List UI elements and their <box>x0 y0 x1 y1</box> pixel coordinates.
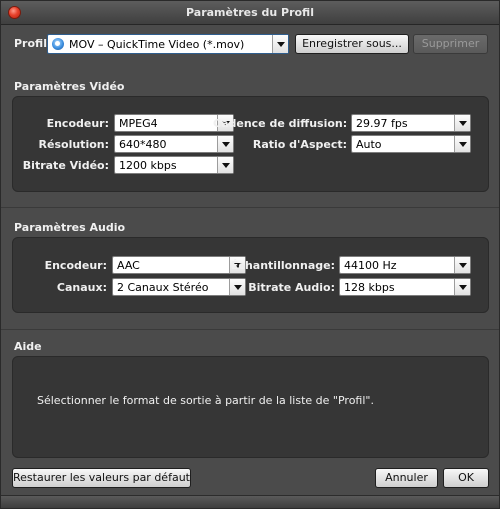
chevron-down-icon[interactable] <box>454 115 470 131</box>
video-encoder-label: Encodeur: <box>46 117 109 130</box>
video-encoder-value: MPEG4 <box>119 117 158 130</box>
save-as-button[interactable]: Enregistrer sous... <box>295 34 409 54</box>
video-bitrate-select[interactable]: 1200 kbps <box>114 156 234 174</box>
profile-row: Profil: MOV – QuickTime Video (*.mov) En… <box>1 31 499 57</box>
window-title: Paramètres du Profil <box>186 6 314 19</box>
audio-bitrate-label: Bitrate Audio: <box>248 281 335 294</box>
sample-rate-value: 44100 Hz <box>344 259 397 272</box>
sample-rate-select[interactable]: 44100 Hz <box>339 256 471 274</box>
profile-selected-value: MOV – QuickTime Video (*.mov) <box>69 38 245 51</box>
profile-settings-window: Paramètres du Profil Profil: MOV – Quick… <box>0 0 500 509</box>
chevron-down-icon[interactable] <box>217 157 233 173</box>
profile-label: Profil: <box>14 37 52 50</box>
video-settings-panel: Encodeur: MPEG4 Résolution: 640*480 Bitr… <box>12 96 489 192</box>
aspect-ratio-label: Ratio d'Aspect: <box>252 138 347 151</box>
window-bottom-edge <box>1 495 499 508</box>
resolution-value: 640*480 <box>119 138 167 151</box>
help-text: Sélectionner le format de sortie à parti… <box>37 394 374 407</box>
ok-button[interactable]: OK <box>443 468 489 488</box>
section-divider <box>1 207 499 208</box>
audio-bitrate-value: 128 kbps <box>344 281 395 294</box>
channels-value: 2 Canaux Stéréo <box>117 281 209 294</box>
audio-bitrate-select[interactable]: 128 kbps <box>339 278 471 296</box>
restore-defaults-button[interactable]: Restaurer les valeurs par défaut <box>12 468 191 488</box>
section-divider <box>1 329 499 330</box>
audio-section-title: Paramètres Audio <box>14 221 126 234</box>
channels-label: Canaux: <box>56 281 107 294</box>
aspect-ratio-value: Auto <box>356 138 382 151</box>
audio-settings-panel: Encodeur: AAC Canaux: 2 Canaux Stéréo Éc… <box>12 237 489 313</box>
audio-encoder-label: Encodeur: <box>44 259 107 272</box>
framerate-select[interactable]: 29.97 fps <box>351 114 471 132</box>
framerate-label: Cadence de diffusion: <box>213 117 348 130</box>
help-section-title: Aide <box>14 340 42 353</box>
chevron-down-icon[interactable] <box>454 136 470 152</box>
quicktime-icon <box>52 38 64 50</box>
video-bitrate-value: 1200 kbps <box>119 159 177 172</box>
audio-encoder-value: AAC <box>117 259 140 272</box>
video-bitrate-label: Bitrate Vidéo: <box>22 159 109 172</box>
chevron-down-icon[interactable] <box>454 279 470 295</box>
video-section-title: Paramètres Vidéo <box>14 80 125 93</box>
title-bar: Paramètres du Profil <box>1 1 499 25</box>
aspect-ratio-select[interactable]: Auto <box>351 135 471 153</box>
chevron-down-icon[interactable] <box>454 257 470 273</box>
framerate-value: 29.97 fps <box>356 117 408 130</box>
chevron-down-icon[interactable] <box>272 35 288 53</box>
delete-button[interactable]: Supprimer <box>413 34 488 54</box>
profile-select[interactable]: MOV – QuickTime Video (*.mov) <box>47 34 289 54</box>
help-panel: Sélectionner le format de sortie à parti… <box>12 356 489 458</box>
sample-rate-label: Échantillonnage: <box>230 259 335 272</box>
resolution-label: Résolution: <box>38 138 109 151</box>
cancel-button[interactable]: Annuler <box>375 468 438 488</box>
